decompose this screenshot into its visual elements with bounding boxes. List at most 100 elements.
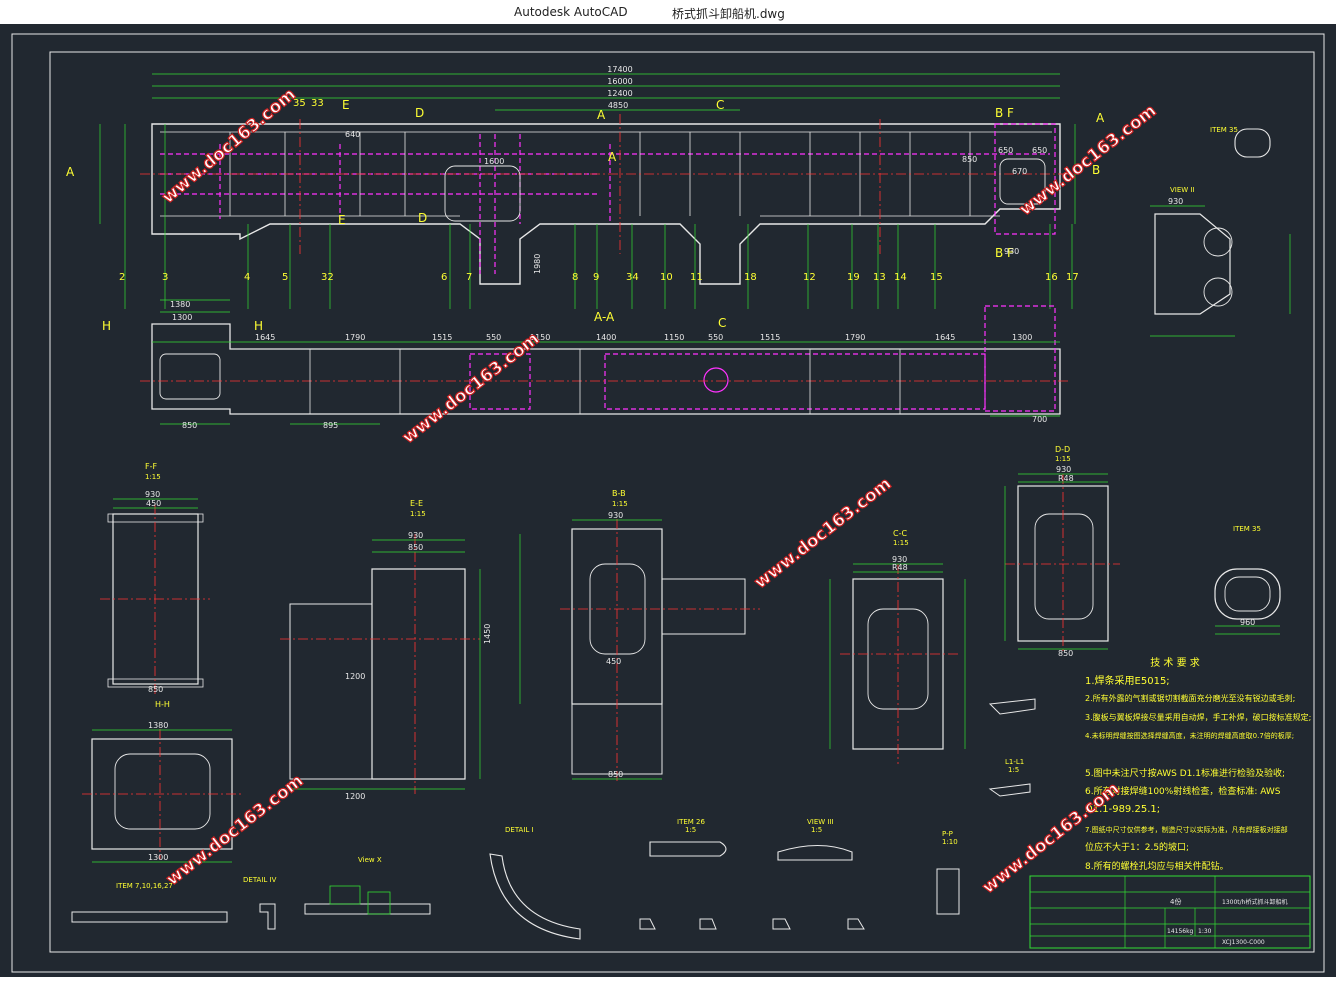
- view-ii: VIEW II 930: [1150, 186, 1291, 337]
- aa-dim-1150b: 1150: [664, 333, 684, 342]
- window-titlebar: Autodesk AutoCAD 桥式抓斗卸船机.dwg: [0, 0, 1336, 25]
- aa-dim-850: 850: [182, 421, 197, 430]
- ee-scale: 1:15: [410, 510, 426, 518]
- tb-cell-number: XCJ1300-C000: [1222, 939, 1265, 946]
- tech-line-10: 8.所有的螺栓孔均应与相关件配钻。: [1085, 860, 1229, 872]
- item-4: 4: [244, 272, 250, 283]
- ee-1200b: 1200: [345, 792, 365, 801]
- item-19: 19: [847, 272, 860, 283]
- ff-450: 450: [146, 499, 161, 508]
- aa-dim-1380: 1380: [170, 300, 190, 309]
- detail-iv-title: DETAIL IV: [243, 876, 277, 884]
- dd-500: R48: [1058, 474, 1074, 483]
- item-12: 12: [803, 272, 816, 283]
- dim-650a: 650: [998, 146, 1013, 155]
- tech-heading: 技 术 要 求: [1150, 656, 1200, 669]
- section-e-bottom: E: [338, 213, 346, 227]
- item-2: 2: [119, 272, 125, 283]
- item-7-10-title: ITEM 7,10,16,27: [116, 882, 173, 890]
- tb-cell-weight: 14156kg: [1167, 928, 1194, 935]
- item26-title: ITEM 26: [677, 818, 705, 826]
- dim-12400: 12400: [607, 89, 632, 98]
- item26-scale: 1:5: [685, 826, 696, 834]
- aa-dim-1400: 1400: [596, 333, 616, 342]
- view-dd: D-D 1:15 930 R48 850: [1004, 445, 1120, 658]
- dim-16000: 16000: [607, 77, 632, 86]
- item-3: 3: [162, 272, 168, 283]
- section-h-left: H: [102, 319, 111, 333]
- section-c-top: C: [716, 98, 724, 112]
- dim-650b: 650: [1032, 146, 1047, 155]
- section-c-bottom: C: [718, 316, 726, 330]
- aa-dim-1515a: 1515: [432, 333, 452, 342]
- watermark-2: www.doc163.com: [1016, 101, 1161, 220]
- item-18: 18: [744, 272, 757, 283]
- item-15: 15: [930, 272, 943, 283]
- view-iii-title: VIEW III: [807, 818, 834, 826]
- dd-scale: 1:15: [1055, 455, 1071, 463]
- item-11: 11: [690, 272, 703, 283]
- dd-930: 930: [1056, 465, 1071, 474]
- watermark-3: www.doc163.com: [399, 329, 544, 448]
- hh-title: H-H: [155, 700, 170, 709]
- bb-title: B-B: [612, 489, 626, 498]
- hh-1380: 1380: [148, 721, 168, 730]
- section-aa-label: A-A: [594, 310, 615, 324]
- bb-scale: 1:15: [612, 500, 628, 508]
- ee-850: 850: [408, 543, 423, 552]
- dim-930: 930: [1004, 247, 1019, 256]
- cc-500: R48: [892, 563, 908, 572]
- view-ee: E-E 1:15 930 850 1450 1200 1200: [280, 499, 492, 801]
- drawing-canvas[interactable]: 17400 16000 12400 4850 A B C C D D E E F…: [0, 24, 1336, 977]
- watermark-6: www.doc163.com: [979, 779, 1124, 898]
- ff-850: 850: [148, 685, 163, 694]
- item-8: 8: [572, 272, 578, 283]
- watermark-5: www.doc163.com: [163, 771, 308, 890]
- title-block: 4份 1300t/h桥式抓斗卸船机 14156kg 1:30 XCJ1300-C…: [1029, 875, 1311, 949]
- item-number-row: 2 3 4 5 32 6 7 8 9 34 10 11 18 12 19 13 …: [119, 272, 1079, 283]
- tech-line-4: 4.未标明焊缝按图选择焊缝高度，未注明的焊缝高度取0.7倍的板厚;: [1085, 731, 1294, 740]
- tech-line-1: 1.焊条采用E5015;: [1085, 674, 1170, 687]
- dim-4850: 4850: [608, 101, 628, 110]
- item-6: 6: [441, 272, 447, 283]
- section-b-top: B: [995, 106, 1003, 120]
- item-10: 10: [660, 272, 673, 283]
- view-ii-930: 930: [1168, 197, 1183, 206]
- bb-930: 930: [608, 511, 623, 520]
- item-17: 17: [1066, 272, 1079, 283]
- item35-960: 960: [1240, 618, 1255, 627]
- item-13: 13: [873, 272, 886, 283]
- dim-17400: 17400: [607, 65, 632, 74]
- aa-dim-1515b: 1515: [760, 333, 780, 342]
- item-9: 9: [593, 272, 599, 283]
- small-details-row: ITEM 7,10,16,27 DETAIL IV View X DETAIL …: [71, 698, 1036, 940]
- dim-1600: 1600: [484, 157, 504, 166]
- dd-title: D-D: [1055, 445, 1070, 454]
- item-35: ITEM 35: [1210, 126, 1271, 158]
- section-d-bottom: D: [418, 211, 427, 225]
- tech-line-8: 7.图纸中尺寸仅供参考，制造尺寸以实际为准，凡有焊接板对接部: [1085, 825, 1288, 834]
- tb-cell-name: 1300t/h桥式抓斗卸船机: [1222, 898, 1287, 906]
- section-d-top: D: [415, 106, 424, 120]
- item-34: 34: [626, 272, 639, 283]
- aa-dim-1790b: 1790: [845, 333, 865, 342]
- aa-dim-550b: 550: [708, 333, 723, 342]
- watermarks: www.doc163.com www.doc163.com www.doc163…: [158, 84, 1161, 899]
- bb-850: 850: [608, 770, 623, 779]
- pp-scale: 1:10: [942, 838, 958, 846]
- view-bb: B-B 1:15 930 450 850: [519, 489, 760, 784]
- cc-scale: 1:15: [893, 539, 909, 547]
- item-32: 32: [321, 272, 334, 283]
- dd-850: 850: [1058, 649, 1073, 658]
- main-elevation-view: 17400 16000 12400 4850 A B C C D D E E F…: [66, 65, 1105, 333]
- section-f-top: F: [1007, 106, 1014, 120]
- item35-title: ITEM 35: [1233, 525, 1261, 533]
- section-h-right: H: [254, 319, 263, 333]
- section-e-top: E: [342, 98, 350, 112]
- ff-scale: 1:15: [145, 473, 161, 481]
- view-cc: C-C 1:15 930 R48: [829, 529, 966, 764]
- aa-dim-1790a: 1790: [345, 333, 365, 342]
- cc-title: C-C: [893, 529, 907, 538]
- watermark-1: www.doc163.com: [158, 85, 299, 208]
- item-7: 7: [466, 272, 472, 283]
